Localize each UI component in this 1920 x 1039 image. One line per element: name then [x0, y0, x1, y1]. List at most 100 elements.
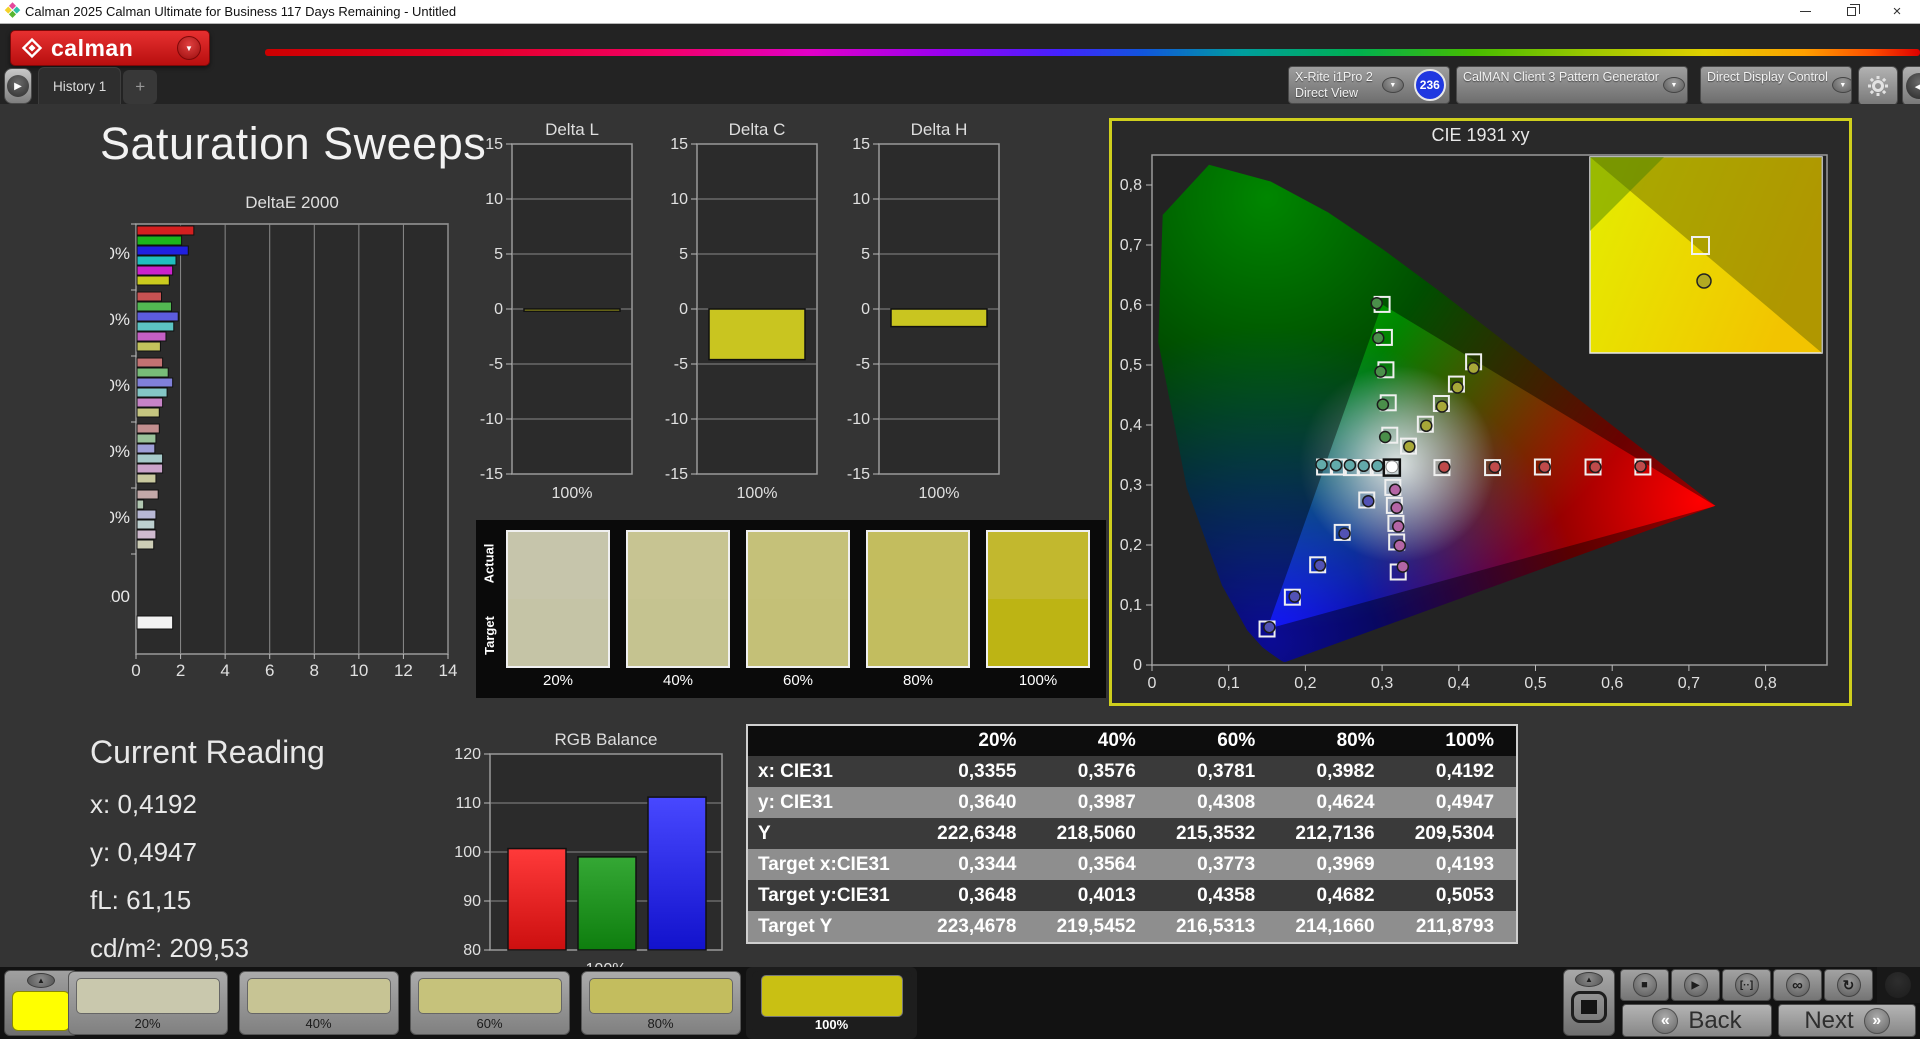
minimize-button[interactable] — [1782, 0, 1828, 23]
logo-dropdown-icon[interactable]: ▼ — [177, 36, 201, 60]
table-cell: 0,3969 — [1277, 849, 1396, 880]
svg-text:0,8: 0,8 — [1120, 177, 1142, 194]
pattern-button-60%[interactable]: 60% — [404, 967, 575, 1039]
svg-text:-5: -5 — [674, 356, 688, 373]
pattern-button-100%[interactable]: 100% — [746, 967, 917, 1039]
table-cell: 0,3781 — [1158, 756, 1277, 787]
step-button[interactable]: [··] — [1722, 969, 1771, 1001]
pattern-generator-dropdown[interactable]: CalMAN Client 3 Pattern Generator ▼ — [1456, 66, 1688, 104]
tab-history-1[interactable]: History 1 — [38, 67, 121, 104]
target-swatch — [508, 599, 608, 666]
add-tab-button[interactable]: + — [123, 70, 157, 104]
svg-text:-15: -15 — [665, 466, 688, 483]
svg-text:2: 2 — [176, 661, 185, 680]
rgb-balance-chart: RGB Balance1201101009080100% — [450, 730, 740, 982]
back-button[interactable]: « Back — [1622, 1004, 1772, 1037]
target-swatch — [868, 599, 968, 666]
table-cell: 0,3773 — [1158, 849, 1277, 880]
logo-text: calman — [51, 35, 133, 62]
table-cell: 218,5060 — [1038, 818, 1157, 849]
svg-text:100%: 100% — [552, 485, 593, 502]
actual-swatch — [628, 532, 728, 599]
disabled-indicator — [1885, 972, 1911, 998]
actual-target-swatch-80% — [866, 530, 970, 668]
svg-text:15: 15 — [670, 136, 688, 153]
restore-button[interactable] — [1828, 0, 1874, 23]
play-icon: ▶ — [1684, 973, 1708, 997]
cie-chart-title: CIE 1931 xy — [1112, 121, 1849, 145]
table-cell: 211,8793 — [1397, 911, 1516, 942]
table-cell: 219,5452 — [1038, 911, 1157, 942]
meter-name: X-Rite i1Pro 2 — [1295, 69, 1373, 85]
table-cell: 0,4358 — [1158, 880, 1277, 911]
disabled-control-zone — [1877, 967, 1920, 1003]
meter-dropdown[interactable]: X-Rite i1Pro 2 Direct View ▼ 236 — [1288, 66, 1450, 104]
play-button[interactable]: ▶ — [1671, 969, 1720, 1001]
stop-icon: ■ — [1633, 973, 1657, 997]
table-row: Target Y223,4678219,5452216,5313214,1660… — [748, 911, 1516, 942]
next-button[interactable]: Next » — [1778, 1004, 1916, 1037]
table-cell: 0,4947 — [1397, 787, 1516, 818]
table-row-label: Target Y — [748, 911, 919, 942]
meter-count-badge[interactable]: 236 — [1414, 69, 1446, 101]
loop-button[interactable]: ∞ — [1773, 969, 1822, 1001]
collapse-panel-button[interactable]: ◀ — [1902, 66, 1920, 106]
svg-text:10: 10 — [670, 191, 688, 208]
svg-text:5: 5 — [861, 246, 870, 263]
table-cell: 0,5053 — [1397, 880, 1516, 911]
delta-c-chart: Delta C151050-5-10-15100% — [663, 120, 831, 510]
table-corner-cell — [748, 726, 919, 756]
expand-up-icon[interactable]: ▲ — [27, 973, 55, 988]
pattern-button-80%[interactable]: 80% — [575, 967, 746, 1039]
tab-scroll-button[interactable]: ▶ — [4, 68, 32, 104]
display-name: Direct Display Control — [1707, 69, 1828, 85]
gear-icon — [1867, 75, 1889, 97]
settings-button[interactable] — [1858, 66, 1898, 106]
svg-text:5: 5 — [494, 246, 503, 263]
svg-text:0: 0 — [1133, 657, 1142, 674]
delta-h-chart: Delta H151050-5-10-15100% — [845, 120, 1013, 510]
table-col-header: 40% — [1038, 726, 1157, 756]
table-row: Target x:CIE310,33440,35640,37730,39690,… — [748, 849, 1516, 880]
reading-cdm2: cd/m²: 209,53 — [90, 933, 325, 964]
pattern-button-20%[interactable]: 20% — [62, 967, 233, 1039]
table-row-label: Target x:CIE31 — [748, 849, 919, 880]
svg-text:110: 110 — [455, 795, 481, 812]
table-cell: 0,3982 — [1277, 756, 1396, 787]
actual-swatch — [868, 532, 968, 599]
refresh-button[interactable]: ↻ — [1824, 969, 1873, 1001]
svg-text:0: 0 — [494, 301, 503, 318]
main-content: Saturation Sweeps DeltaE 2000100%80%60%4… — [0, 104, 1920, 967]
pattern-swatch — [418, 978, 562, 1014]
pattern-swatch — [76, 978, 220, 1014]
svg-text:0,5: 0,5 — [1524, 675, 1546, 692]
measurement-table: 20%40%60%80%100%x: CIE310,33550,35760,37… — [746, 724, 1518, 944]
expand-up-icon: ▲ — [1575, 972, 1603, 987]
window-title: Calman 2025 Calman Ultimate for Business… — [25, 4, 456, 19]
svg-text:Delta L: Delta L — [545, 120, 599, 139]
display-control-dropdown[interactable]: Direct Display Control ▼ — [1700, 66, 1852, 104]
pattern-window-toggle-button[interactable]: ▲ — [1563, 969, 1615, 1036]
svg-text:0,8: 0,8 — [1754, 675, 1776, 692]
svg-text:0,5: 0,5 — [1120, 357, 1142, 374]
target-label: Target — [482, 616, 497, 655]
calman-menu-button[interactable]: calman ▼ — [10, 30, 210, 66]
table-cell: 0,3648 — [919, 880, 1038, 911]
stop-button[interactable]: ■ — [1620, 969, 1669, 1001]
close-button[interactable]: × — [1874, 0, 1920, 23]
table-row: Y222,6348218,5060215,3532212,7136209,530… — [748, 818, 1516, 849]
table-cell: 0,3576 — [1038, 756, 1157, 787]
pattern-label: 20% — [69, 1016, 227, 1031]
table-cell: 212,7136 — [1277, 818, 1396, 849]
pattern-swatch — [761, 975, 903, 1017]
pattern-swatch — [247, 978, 391, 1014]
cie-chart-panel: CIE 1931 xy 00,10,20,30,40,50,60,70,800,… — [1109, 118, 1852, 706]
table-cell: 0,4682 — [1277, 880, 1396, 911]
page-title: Saturation Sweeps — [100, 118, 486, 170]
table-header-row: 20%40%60%80%100% — [748, 726, 1516, 756]
svg-text:0: 0 — [1148, 675, 1157, 692]
svg-text:0: 0 — [861, 301, 870, 318]
pattern-button-40%[interactable]: 40% — [233, 967, 404, 1039]
svg-text:-10: -10 — [847, 411, 870, 428]
svg-text:0,4: 0,4 — [1120, 417, 1142, 434]
